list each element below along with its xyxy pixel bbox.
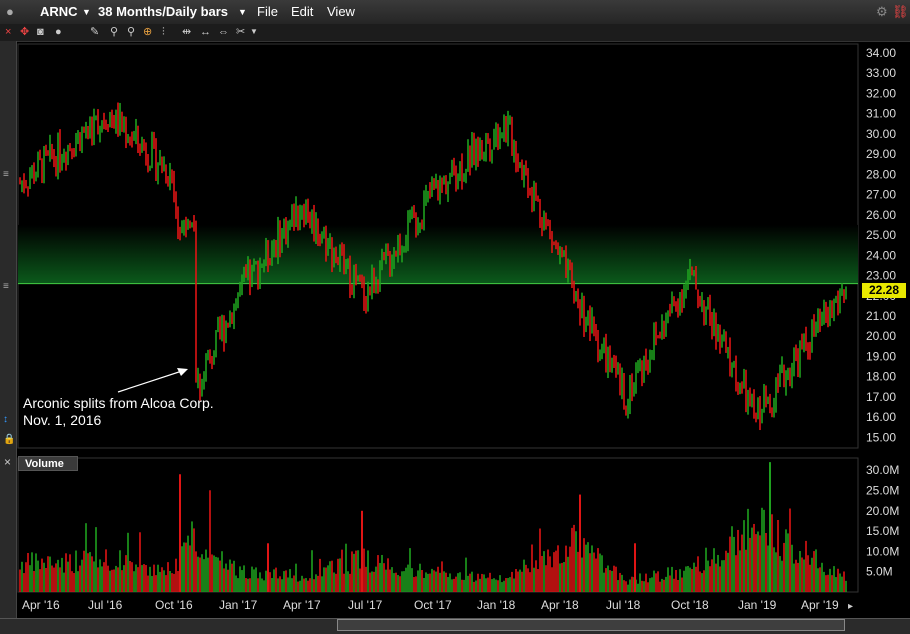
price-volume-chart[interactable]: 34.00 33.00 32.00 31.00 30.00 29.00 28.00 27.00…: [0, 0, 910, 633]
time-axis-label: Jan '17: [219, 598, 258, 612]
volume-axis-label: 5.0M: [866, 565, 893, 579]
price-axis-label: 31.00: [866, 107, 896, 121]
time-axis-label: Apr '18: [541, 598, 579, 612]
price-axis-label: 17.00: [866, 390, 896, 404]
time-axis-label: Oct '16: [155, 598, 193, 612]
annotation-line-2: Nov. 1, 2016: [23, 412, 102, 428]
time-axis-label: Jan '18: [477, 598, 516, 612]
price-axis-label: 34.00: [866, 46, 896, 60]
price-axis-label: 21.00: [866, 309, 896, 323]
price-axis-label: 26.00: [866, 208, 896, 222]
time-axis-label: Jul '17: [348, 598, 383, 612]
price-axis-label: 24.00: [866, 248, 896, 262]
volume-axis-label: 25.0M: [866, 484, 899, 498]
time-axis-label: Jul '16: [88, 598, 123, 612]
price-axis-label: 27.00: [866, 188, 896, 202]
price-highlight-band: [18, 224, 858, 284]
price-axis-label: 28.00: [866, 167, 896, 181]
volume-axis-label: 20.0M: [866, 504, 899, 518]
volume-panel-label: Volume: [18, 456, 78, 471]
time-axis-label: Jan '19: [738, 598, 777, 612]
price-axis-label: 16.00: [866, 410, 896, 424]
price-axis-label: 20.00: [866, 329, 896, 343]
split-annotation: Arconic splits from Alcoa Corp. Nov. 1, …: [23, 395, 214, 429]
last-price-tag: 22.28: [862, 283, 906, 298]
scroll-right-icon: ▸: [848, 601, 853, 612]
price-axis-label: 15.00: [866, 430, 896, 444]
price-axis-label: 25.00: [866, 228, 896, 242]
time-axis-label: Oct '18: [671, 598, 709, 612]
time-axis-label: Oct '17: [414, 598, 452, 612]
price-axis-label: 18.00: [866, 370, 896, 384]
annotation-line-1: Arconic splits from Alcoa Corp.: [23, 395, 214, 411]
price-axis-label: 32.00: [866, 86, 896, 100]
price-axis-label: 19.00: [866, 349, 896, 363]
time-axis-label: Apr '16: [22, 598, 60, 612]
navigator-slider[interactable]: [337, 619, 845, 631]
volume-axis-label: 30.0M: [866, 463, 899, 477]
price-axis-label: 29.00: [866, 147, 896, 161]
price-axis-label: 23.00: [866, 269, 896, 283]
price-axis-label: 33.00: [866, 66, 896, 80]
price-axis-label: 30.00: [866, 127, 896, 141]
volume-axis-label: 10.0M: [866, 544, 899, 558]
time-axis-label: Jul '18: [606, 598, 641, 612]
volume-axis-label: 15.0M: [866, 524, 899, 538]
time-axis-label: Apr '17: [283, 598, 321, 612]
time-axis-label: Apr '19: [801, 598, 839, 612]
close-volume-icon[interactable]: ×: [4, 455, 11, 469]
